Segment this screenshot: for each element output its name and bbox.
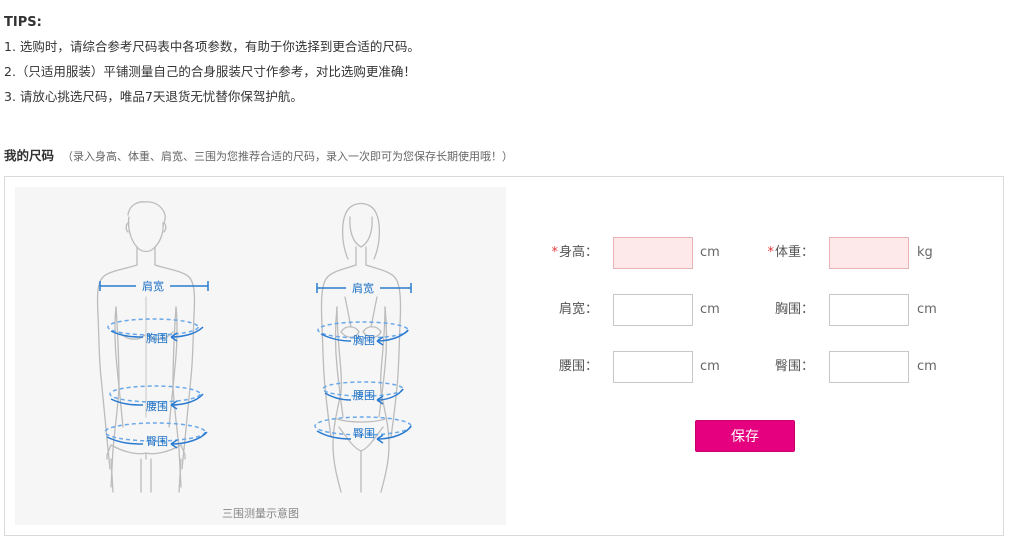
my-size-title: 我的尺码 (4, 148, 55, 163)
weight-input[interactable] (829, 237, 909, 269)
female-hip-label: 臀围 (353, 427, 375, 440)
weight-label-text: 体重： (774, 245, 814, 260)
hip-input[interactable] (829, 351, 909, 383)
male-shoulder-label: 肩宽 (142, 279, 164, 293)
height-input[interactable] (613, 237, 693, 269)
height-required-mark: * (551, 245, 558, 260)
waist-input[interactable] (613, 351, 693, 383)
female-measure-lines: 肩宽 胸围 腰围 臀围 (314, 281, 412, 444)
male-waist-label: 腰围 (146, 400, 168, 413)
tips-block: TIPS: 1. 选购时，请综合参考尺码表中各项参数，有助于你选择到更合适的尺码… (4, 12, 1004, 109)
female-chest-label: 胸围 (353, 333, 375, 347)
hip-unit: cm (917, 359, 937, 374)
weight-required-mark: * (767, 245, 774, 260)
measurement-figure: 肩宽 胸围 腰围 臀围 肩宽 胸围 腰围 臀围 三围测量示意图 (15, 187, 506, 525)
tips-line-3: 3. 请放心挑选尺码，唯品7天退货无忧替你保驾护航。 (4, 89, 303, 104)
waist-label: 腰围： (558, 359, 598, 374)
measurement-illustration: 肩宽 胸围 腰围 臀围 肩宽 胸围 腰围 臀围 (96, 201, 412, 493)
female-waist-label: 腰围 (353, 389, 375, 402)
shoulder-label: 肩宽： (558, 302, 598, 317)
tips-line-1: 1. 选购时，请综合参考尺码表中各项参数，有助于你选择到更合适的尺码。 (4, 39, 420, 54)
chest-input[interactable] (829, 294, 909, 326)
shoulder-input[interactable] (613, 294, 693, 326)
height-label: *身高： (506, 237, 598, 269)
chest-label: 胸围： (774, 302, 814, 317)
tips-line-2: 2.（只适用服装）平铺测量自己的合身服装尺寸作参考，对比选购更准确！ (4, 64, 416, 79)
male-chest-label: 胸围 (146, 331, 168, 345)
male-body-outline (96, 201, 196, 493)
height-label-text: 身高： (558, 245, 598, 260)
chest-unit: cm (917, 302, 937, 317)
hip-label: 臀围： (774, 359, 814, 374)
my-size-header: 我的尺码 （录入身高、体重、肩宽、三围为您推荐合适的尺码，录入一次即可为您保存长期… (4, 146, 513, 166)
shoulder-unit: cm (700, 302, 720, 317)
weight-unit: kg (917, 245, 933, 260)
female-body-outline (320, 202, 402, 493)
figure-caption: 三围测量示意图 (222, 507, 299, 520)
tips-title: TIPS: (4, 15, 42, 30)
my-size-hint: （录入身高、体重、肩宽、三围为您推荐合适的尺码，录入一次即可为您保存长期使用哦！… (62, 150, 514, 163)
male-hip-label: 臀围 (146, 435, 168, 448)
save-button[interactable]: 保存 (695, 420, 795, 452)
size-panel: 肩宽 胸围 腰围 臀围 肩宽 胸围 腰围 臀围 三围测量示意图 *身高： cm … (4, 176, 1004, 536)
female-shoulder-label: 肩宽 (352, 281, 374, 295)
height-unit: cm (700, 245, 720, 260)
weight-label: *体重： (722, 237, 814, 269)
waist-unit: cm (700, 359, 720, 374)
